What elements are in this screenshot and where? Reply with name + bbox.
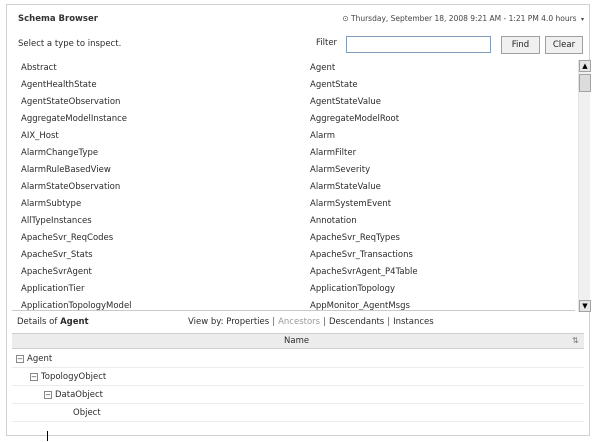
time-range-selector[interactable]: ⊙ Thursday, September 18, 2008 9:21 AM -… [342, 14, 584, 23]
separator: | [272, 317, 276, 327]
type-item[interactable]: AlarmChangeType [21, 145, 132, 162]
type-item[interactable]: AppMonitor_AgentMsgs [310, 298, 418, 310]
type-item[interactable]: ApacheSvrAgent [21, 264, 132, 281]
type-item[interactable]: ApacheSvr_ReqCodes [21, 230, 132, 247]
ancestor-tree: − Agent − TopologyObject − DataObject Objec… [12, 350, 584, 422]
column-header-label: Name [284, 336, 310, 346]
type-item[interactable]: AlarmStateObservation [21, 179, 132, 196]
separator: | [387, 317, 391, 327]
type-item[interactable]: AlarmSystemEvent [310, 196, 418, 213]
tree-row[interactable]: − DataObject [12, 386, 584, 404]
tree-row[interactable]: − TopologyObject [12, 368, 584, 386]
type-item[interactable]: AgentHealthState [21, 77, 132, 94]
tree-node-label: TopologyObject [41, 372, 107, 382]
type-item[interactable]: AggregateModelInstance [21, 111, 132, 128]
time-range-text: Thursday, September 18, 2008 9:21 AM - 1… [351, 14, 577, 23]
type-item[interactable]: Alarm [310, 128, 418, 145]
type-item[interactable]: Agent [310, 60, 418, 77]
column-sort-icon[interactable]: ⇅ [572, 336, 579, 345]
type-item[interactable]: AgentStateObservation [21, 94, 132, 111]
name-column-header[interactable]: Name ⇅ [12, 333, 584, 349]
selected-type: Agent [60, 317, 89, 327]
type-item[interactable]: AIX_Host [21, 128, 132, 145]
collapse-minus-icon[interactable]: − [30, 372, 38, 381]
type-item[interactable]: AlarmFilter [310, 145, 418, 162]
chevron-down-icon: ▾ [580, 16, 584, 23]
type-list-left-column: Abstract AgentHealthState AgentStateObse… [21, 60, 132, 310]
collapse-minus-icon[interactable]: − [44, 390, 52, 399]
view-by-links: View by: Properties | Ancestors | Descendant… [188, 317, 434, 327]
type-item[interactable]: ApacheSvr_Stats [21, 247, 132, 264]
details-prefix: Details of [17, 317, 58, 327]
tree-row[interactable]: − Agent [12, 350, 584, 368]
view-properties-link[interactable]: Properties [226, 317, 269, 327]
view-ancestors-link[interactable]: Ancestors [278, 317, 320, 327]
type-list: Abstract AgentHealthState AgentStateObse… [12, 57, 575, 311]
tree-node-label: Agent [27, 354, 53, 364]
type-item[interactable]: ApplicationTopologyModel [21, 298, 132, 310]
type-item[interactable]: AgentStateValue [310, 94, 418, 111]
tree-node-label: Object [73, 408, 101, 418]
type-item[interactable]: Abstract [21, 60, 132, 77]
view-instances-link[interactable]: Instances [393, 317, 434, 327]
details-bar: Details of Agent View by: Properties | Anc… [12, 315, 584, 329]
type-item[interactable]: AlarmRuleBasedView [21, 162, 132, 179]
collapse-minus-icon[interactable]: − [16, 354, 24, 363]
separator: | [323, 317, 326, 327]
type-item[interactable]: AggregateModelRoot [310, 111, 418, 128]
filter-label: Filter [316, 38, 338, 48]
type-item[interactable]: AllTypeInstances [21, 213, 132, 230]
clear-button[interactable]: Clear [545, 36, 583, 54]
view-by-label: View by: [188, 317, 224, 327]
clock-icon: ⊙ [342, 14, 349, 23]
instruction-text: Select a type to inspect. [18, 39, 122, 49]
type-item[interactable]: AlarmSeverity [310, 162, 418, 179]
type-item[interactable]: AlarmStateValue [310, 179, 418, 196]
arrow-up-icon[interactable]: ▲ [579, 60, 591, 72]
type-item[interactable]: ApacheSvr_Transactions [310, 247, 418, 264]
filter-input[interactable] [346, 36, 491, 53]
page-title: Schema Browser [18, 14, 98, 24]
type-item[interactable]: AgentState [310, 77, 418, 94]
tree-node-label: DataObject [55, 390, 103, 400]
type-item[interactable]: ApplicationTier [21, 281, 132, 298]
type-item[interactable]: ApacheSvrAgent_P4Table [310, 264, 418, 281]
tree-row[interactable]: Object [12, 404, 584, 422]
type-item[interactable]: ApplicationTopology [310, 281, 418, 298]
scrollbar-thumb[interactable] [579, 74, 591, 92]
type-list-scrollbar[interactable]: ▲ ▼ [578, 60, 591, 312]
text-cursor [47, 431, 48, 441]
type-item[interactable]: Annotation [310, 213, 418, 230]
find-button[interactable]: Find [501, 36, 540, 54]
type-item[interactable]: ApacheSvr_ReqTypes [310, 230, 418, 247]
type-item[interactable]: AlarmSubtype [21, 196, 132, 213]
details-heading: Details of Agent [17, 317, 89, 327]
arrow-down-icon[interactable]: ▼ [579, 300, 591, 312]
type-list-right-column: Agent AgentState AgentStateValue Aggrega… [310, 60, 418, 310]
view-descendants-link[interactable]: Descendants [329, 317, 384, 327]
